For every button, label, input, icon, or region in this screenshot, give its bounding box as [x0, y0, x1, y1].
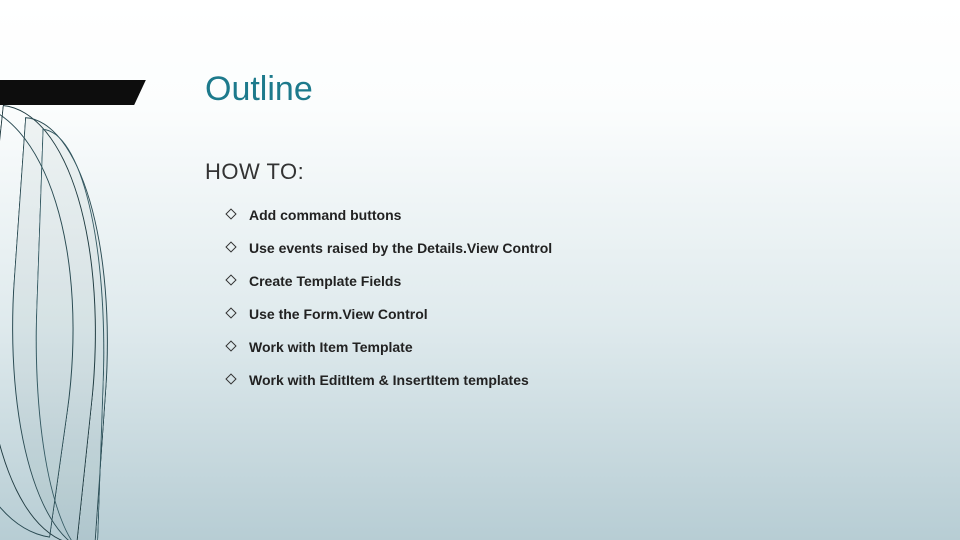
diamond-bullet-icon	[225, 274, 236, 285]
list-item-text: Use the Form.View Control	[249, 306, 428, 322]
list-item-text: Add command buttons	[249, 207, 401, 223]
diamond-bullet-icon	[225, 208, 236, 219]
diamond-bullet-icon	[225, 373, 236, 384]
list-item: Add command buttons	[227, 207, 920, 223]
list-item-text: Work with EditItem & InsertItem template…	[249, 372, 529, 388]
bullet-list: Add command buttons Use events raised by…	[205, 207, 920, 388]
diamond-bullet-icon	[225, 241, 236, 252]
decorative-black-bar	[0, 80, 146, 105]
diamond-bullet-icon	[225, 307, 236, 318]
list-item-text: Use events raised by the Details.View Co…	[249, 240, 552, 256]
list-item-text: Work with Item Template	[249, 339, 413, 355]
list-item: Use events raised by the Details.View Co…	[227, 240, 920, 256]
list-item: Work with Item Template	[227, 339, 920, 355]
diamond-bullet-icon	[225, 340, 236, 351]
slide-content: Outline HOW TO: Add command buttons Use …	[205, 70, 920, 405]
list-item-text: Create Template Fields	[249, 273, 401, 289]
slide-subtitle: HOW TO:	[205, 159, 920, 185]
slide-title: Outline	[205, 70, 920, 109]
list-item: Work with EditItem & InsertItem template…	[227, 372, 920, 388]
list-item: Create Template Fields	[227, 273, 920, 289]
list-item: Use the Form.View Control	[227, 306, 920, 322]
